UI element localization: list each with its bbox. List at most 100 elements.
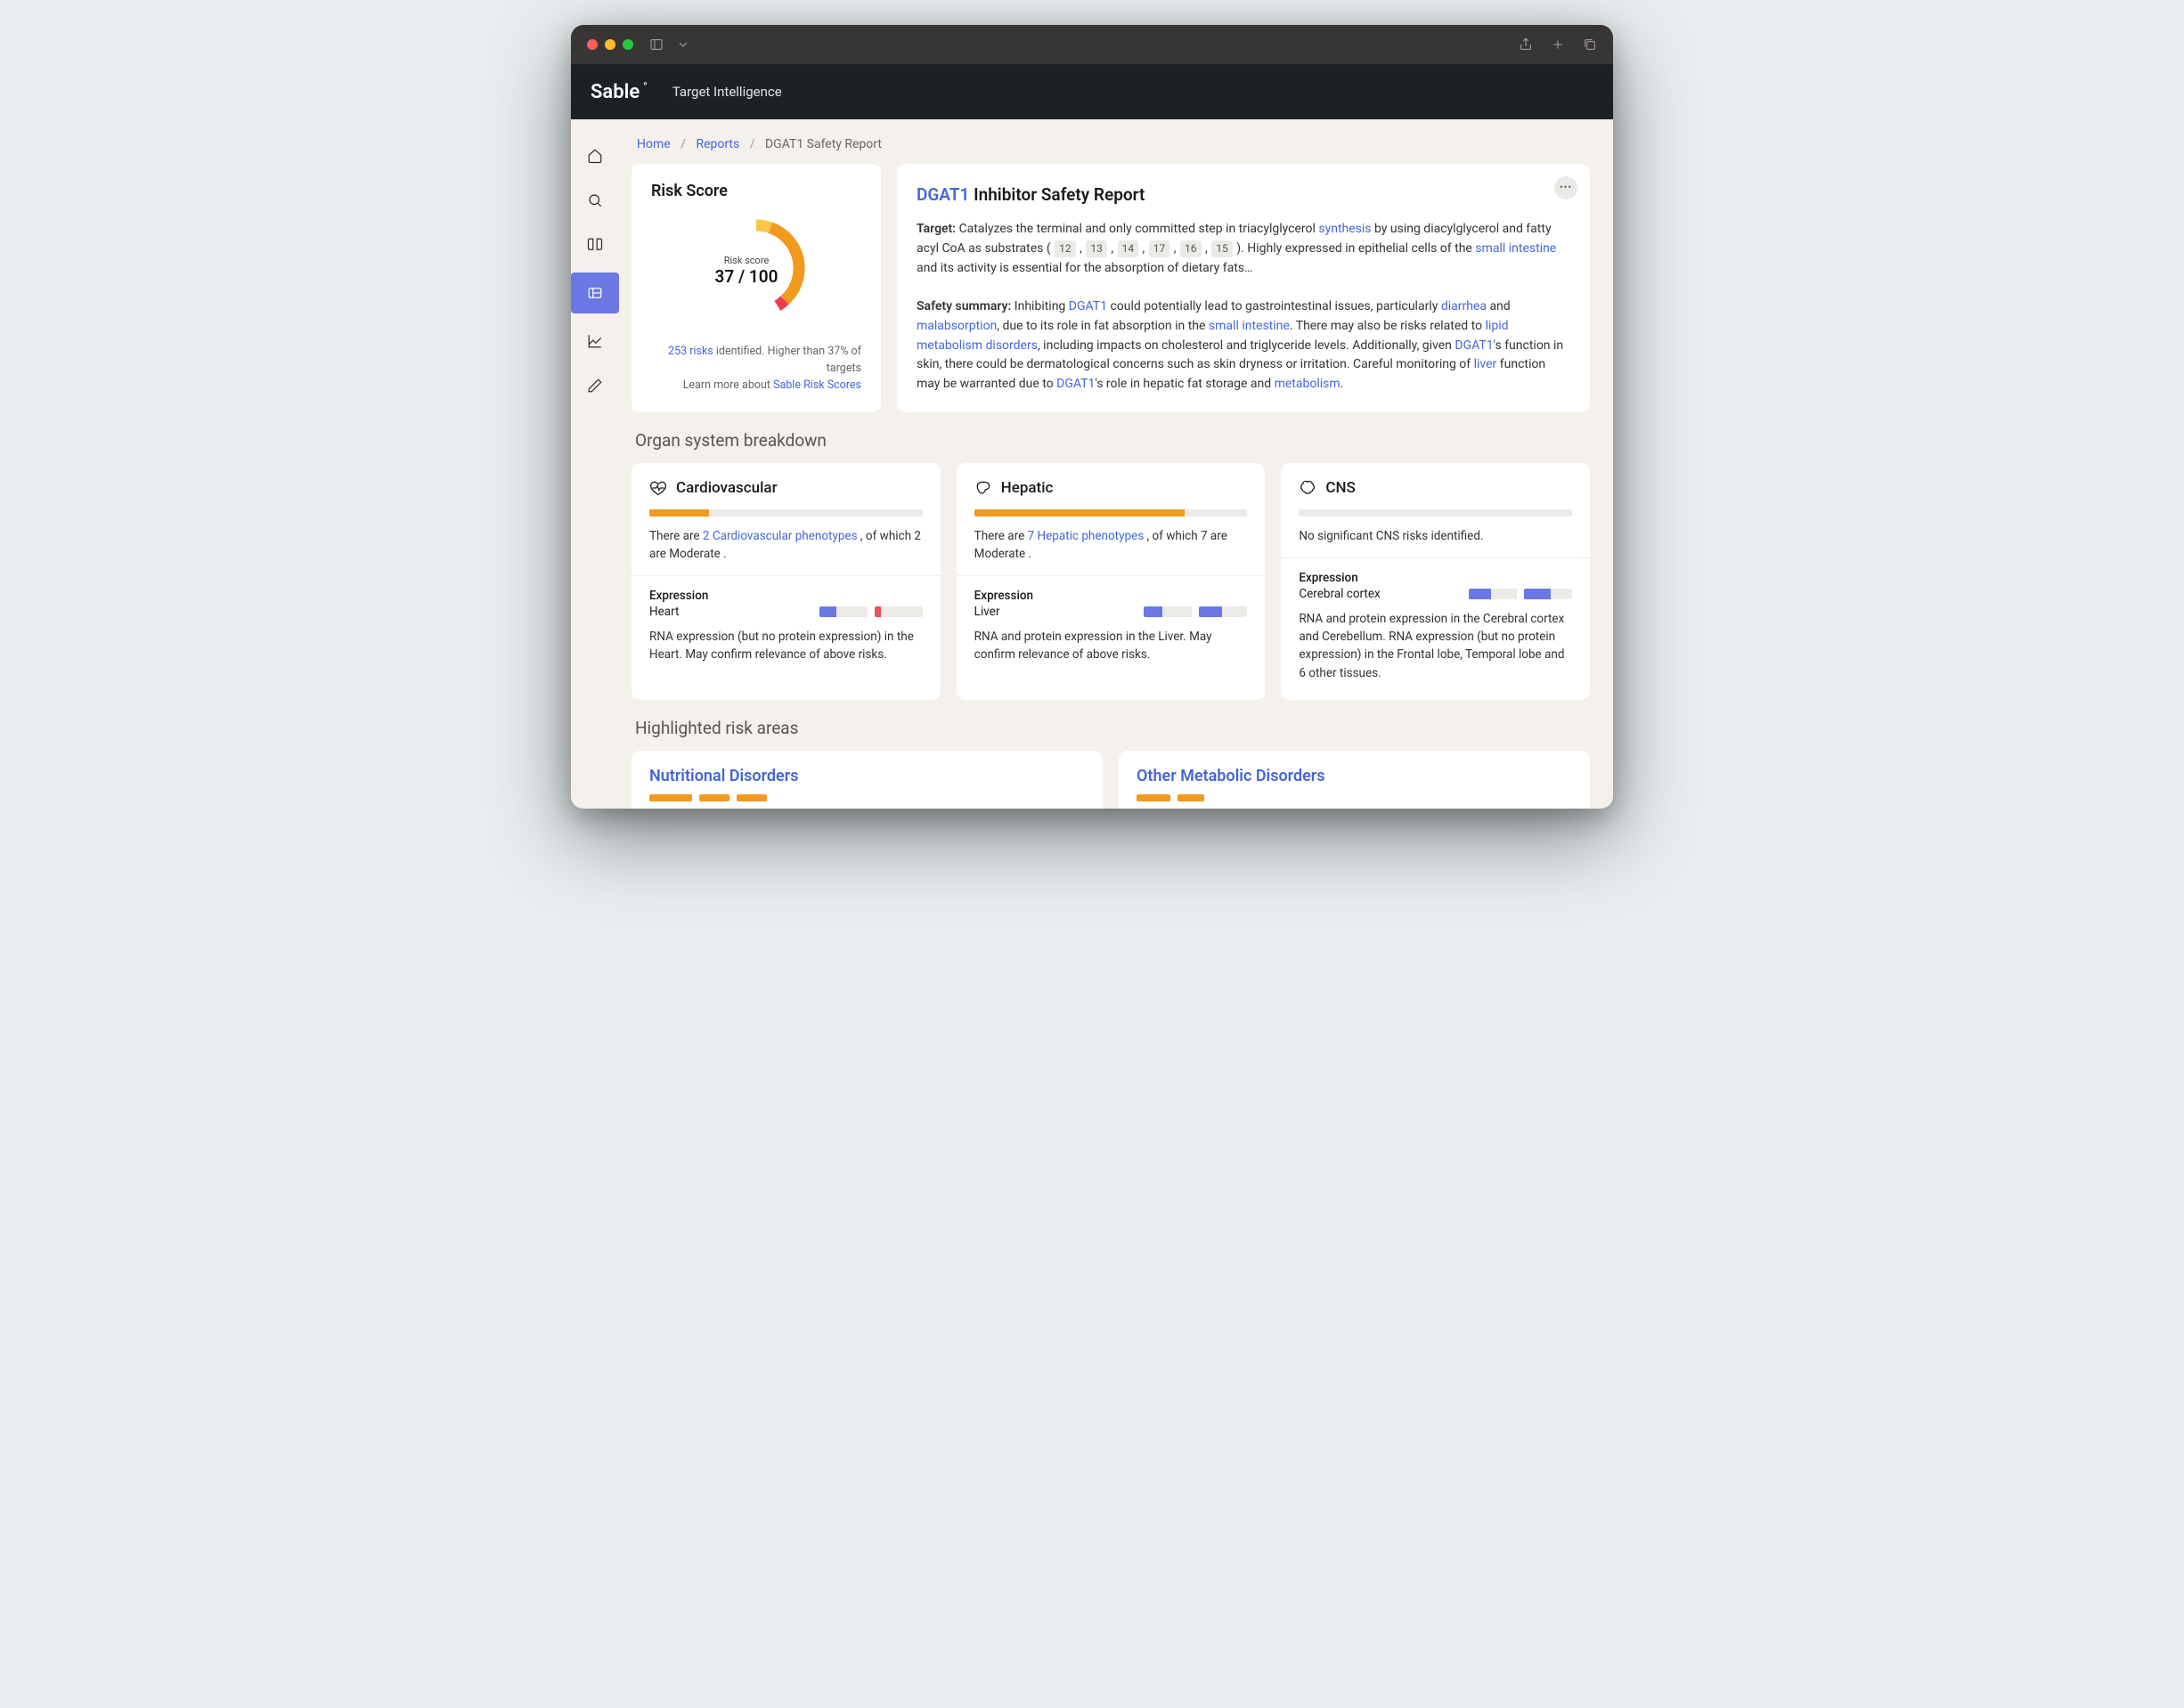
link-dgat1-3[interactable]: DGAT1 <box>1056 377 1095 391</box>
reference-pill[interactable]: 13 <box>1086 240 1107 257</box>
organ-section-title: Organ system breakdown <box>635 430 1590 451</box>
report-icon <box>587 285 603 301</box>
share-icon[interactable] <box>1519 37 1533 52</box>
link-malabsorption[interactable]: malabsorption <box>917 319 997 333</box>
protein-bar <box>1199 606 1247 617</box>
breadcrumb-reports[interactable]: Reports <box>696 137 739 151</box>
tissue-name: Liver <box>974 605 1134 619</box>
risk-gauge: Risk score 37 / 100 <box>651 209 861 334</box>
report-title-rest: Inhibitor Safety Report <box>969 184 1145 205</box>
link-dgat1[interactable]: DGAT1 <box>1069 299 1107 313</box>
rna-bar <box>819 606 868 617</box>
protein-bar <box>1524 589 1572 599</box>
reference-pill[interactable]: 15 <box>1211 240 1233 257</box>
breadcrumb-home[interactable]: Home <box>637 137 671 151</box>
organ-header-cns: CNS <box>1299 479 1572 497</box>
pencil-icon <box>587 378 603 394</box>
rna-bar <box>1144 606 1192 617</box>
risk-score-title: Risk Score <box>651 182 861 200</box>
window-controls <box>587 39 633 50</box>
chrome-toolbar-right <box>1519 37 1597 52</box>
expression-row: Liver <box>974 605 1248 619</box>
gauge-label: Risk score <box>724 255 770 266</box>
gauge-svg: Risk score 37 / 100 <box>703 215 810 321</box>
close-window-icon[interactable] <box>587 39 598 50</box>
app-body: Home / Reports / DGAT1 Safety Report Ris… <box>571 119 1613 809</box>
risk-bar-fill <box>649 509 709 516</box>
risk-bar-hepatic <box>974 509 1248 516</box>
reference-pill[interactable]: 17 <box>1149 240 1170 257</box>
chart-icon <box>587 333 603 349</box>
sidebar-toggle-group <box>649 37 690 52</box>
reference-pill[interactable]: 12 <box>1055 240 1076 257</box>
sidebar-item-analytics[interactable] <box>571 321 619 362</box>
sidebar-item-library[interactable] <box>571 224 619 265</box>
link-small-intestine[interactable]: small intestine <box>1475 241 1556 256</box>
app-header: Sable° Target Intelligence <box>571 64 1613 119</box>
reference-pill[interactable]: 16 <box>1180 240 1202 257</box>
severity-pill <box>1137 794 1170 801</box>
browser-window: Sable° Target Intelligence <box>571 25 1613 809</box>
protein-bar <box>875 606 923 617</box>
breadcrumb: Home / Reports / DGAT1 Safety Report <box>632 137 1590 151</box>
risks-suffix: identified. Higher than 37% of targets <box>713 345 861 375</box>
link-liver[interactable]: liver <box>1474 357 1497 371</box>
reference-pill[interactable]: 14 <box>1118 240 1139 257</box>
gauge-score: 37 / 100 <box>715 266 778 287</box>
link-small-intestine-2[interactable]: small intestine <box>1209 319 1290 333</box>
liver-icon <box>974 479 992 497</box>
highlight-card-nutritional[interactable]: Nutritional Disorders <box>632 751 1103 809</box>
phenotypes-link[interactable]: 2 Cardiovascular phenotypes <box>703 529 858 543</box>
highlight-row: Nutritional Disorders Other Metabolic Di… <box>632 751 1590 809</box>
link-diarrhea[interactable]: diarrhea <box>1441 299 1487 313</box>
chevron-down-icon[interactable] <box>676 37 690 52</box>
expression-bars <box>1469 589 1572 599</box>
top-row: Risk Score Risk score 37 / 100 <box>632 164 1590 412</box>
link-dgat1-2[interactable]: DGAT1 <box>1455 338 1493 353</box>
risk-bar-fill <box>974 509 1185 516</box>
sidebar-item-home[interactable] <box>571 135 619 176</box>
logo-text: Sable <box>591 81 640 103</box>
rna-bar <box>1469 589 1517 599</box>
sidebar-toggle-icon[interactable] <box>649 37 664 52</box>
severity-pill <box>1178 794 1204 801</box>
organ-title: CNS <box>1325 479 1355 497</box>
more-menu-button[interactable]: ⋯ <box>1554 176 1577 199</box>
brain-icon <box>1299 479 1316 497</box>
sidebar <box>571 119 619 809</box>
organ-text-cns: No significant CNS risks identified. <box>1299 527 1572 545</box>
link-metabolism[interactable]: metabolism <box>1275 377 1341 391</box>
highlight-title: Other Metabolic Disorders <box>1137 767 1572 785</box>
minimize-window-icon[interactable] <box>605 39 615 50</box>
expression-title: Expression <box>1299 571 1572 585</box>
sidebar-item-reports[interactable] <box>571 272 619 313</box>
sidebar-item-search[interactable] <box>571 180 619 221</box>
pill-row <box>1137 794 1572 801</box>
phenotypes-link[interactable]: 7 Hepatic phenotypes <box>1028 529 1145 543</box>
tissue-name: Cerebral cortex <box>1299 587 1458 601</box>
expression-desc: RNA and protein expression in the Cerebr… <box>1299 610 1572 682</box>
learn-link[interactable]: Sable Risk Scores <box>773 378 861 392</box>
maximize-window-icon[interactable] <box>623 39 633 50</box>
tabs-icon[interactable] <box>1583 37 1597 52</box>
sidebar-item-edit[interactable] <box>571 365 619 406</box>
organ-title: Cardiovascular <box>676 479 778 497</box>
organ-card-cns: CNS No significant CNS risks identified.… <box>1281 463 1590 700</box>
organ-header-hepatic: Hepatic <box>974 479 1248 497</box>
link-synthesis[interactable]: synthesis <box>1318 222 1371 236</box>
organ-card-hepatic: Hepatic There are 7 Hepatic phenotypes ,… <box>957 463 1266 700</box>
highlight-title: Nutritional Disorders <box>649 767 1085 785</box>
expression-desc: RNA and protein expression in the Liver.… <box>974 628 1248 664</box>
plus-icon[interactable] <box>1551 37 1565 52</box>
ellipsis-icon: ⋯ <box>1560 178 1573 198</box>
browser-chrome <box>571 25 1613 64</box>
highlight-card-metabolic[interactable]: Other Metabolic Disorders <box>1119 751 1590 809</box>
risks-count-link[interactable]: 253 risks <box>668 345 713 358</box>
target-label: Target: <box>917 222 956 236</box>
pill-row <box>649 794 1085 801</box>
app-logo[interactable]: Sable° <box>591 81 648 103</box>
expression-desc: RNA expression (but no protein expressio… <box>649 628 923 664</box>
breadcrumb-current: DGAT1 Safety Report <box>765 137 882 151</box>
expression-title: Expression <box>974 589 1248 603</box>
breadcrumb-sep: / <box>680 137 686 151</box>
